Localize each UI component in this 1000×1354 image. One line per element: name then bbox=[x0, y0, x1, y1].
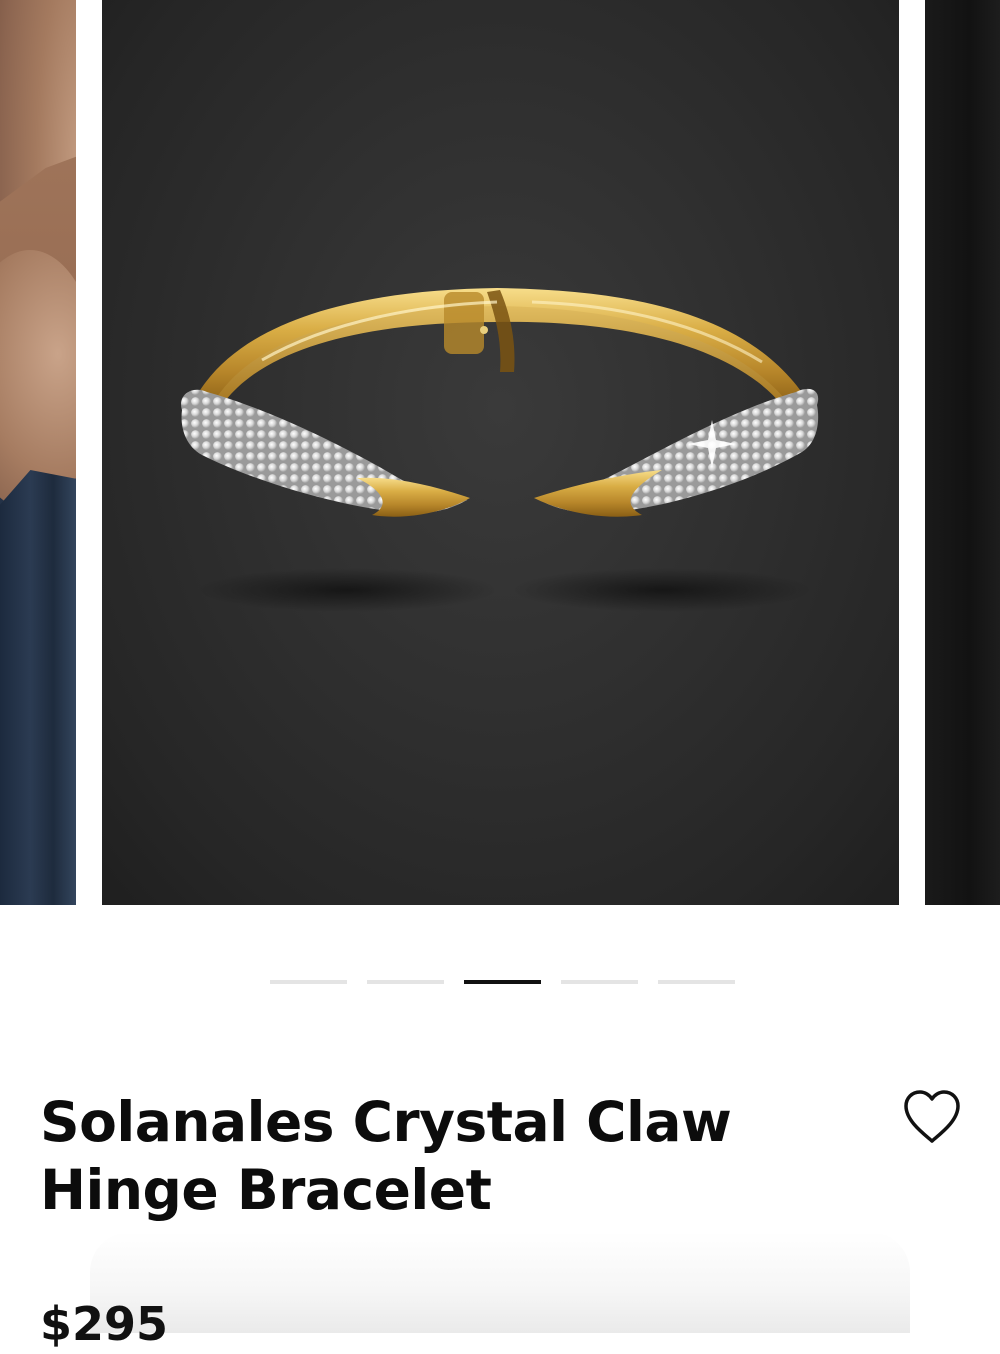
carousel-dot-5[interactable] bbox=[658, 980, 735, 984]
product-title-line-1: Solanales Crystal Claw bbox=[40, 1090, 732, 1154]
bottom-shade bbox=[90, 1232, 910, 1333]
carousel-dot-4[interactable] bbox=[561, 980, 638, 984]
product-price: $295 bbox=[40, 1297, 169, 1351]
carousel-pagination bbox=[270, 980, 735, 984]
model-denim-jacket bbox=[0, 470, 76, 905]
product-title: Solanales Crystal Claw Hinge Bracelet bbox=[40, 1088, 860, 1224]
previous-slide-image[interactable] bbox=[0, 0, 76, 905]
carousel-dot-1[interactable] bbox=[270, 980, 347, 984]
heart-outline-icon bbox=[904, 1089, 960, 1143]
product-image-carousel[interactable] bbox=[0, 0, 1000, 905]
hinge-pin bbox=[480, 326, 488, 334]
product-title-line-2: Hinge Bracelet bbox=[40, 1158, 492, 1222]
next-slide-image[interactable] bbox=[925, 0, 1000, 905]
right-shadow bbox=[512, 568, 812, 612]
bracelet-image bbox=[181, 288, 819, 612]
carousel-dot-2[interactable] bbox=[367, 980, 444, 984]
wishlist-button[interactable] bbox=[900, 1088, 964, 1148]
left-shadow bbox=[197, 568, 497, 612]
current-slide-image[interactable] bbox=[102, 0, 899, 905]
model-arm bbox=[0, 250, 76, 510]
hinge-plate bbox=[444, 292, 484, 354]
carousel-dot-3[interactable] bbox=[464, 980, 541, 984]
